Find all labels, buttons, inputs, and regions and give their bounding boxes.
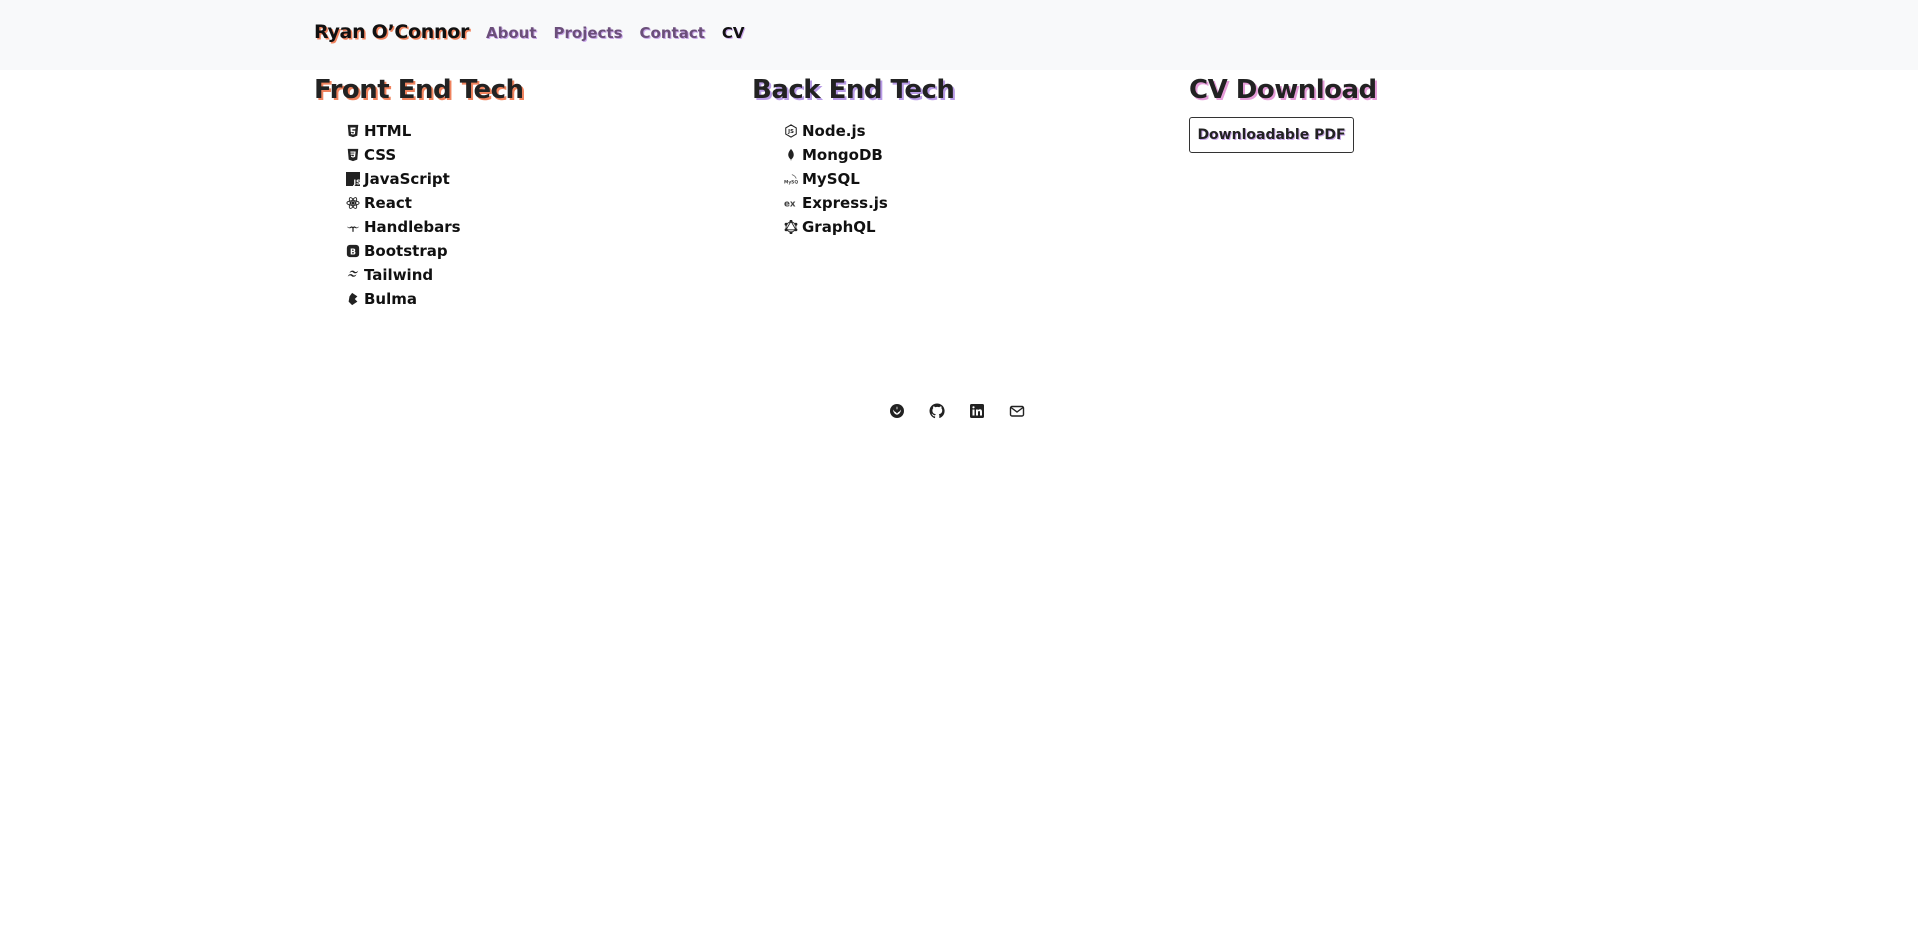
list-item: B Bootstrap (346, 239, 461, 263)
bulma-icon (346, 292, 360, 306)
list-item: JS JavaScript (346, 167, 461, 191)
list-item: JS Node.js (784, 119, 888, 143)
handlebars-icon (346, 220, 360, 234)
tech-label: Bulma (364, 290, 418, 308)
nav-link-about[interactable]: About (486, 24, 537, 42)
tech-label: Node.js (802, 122, 866, 140)
back-end-list: JS Node.js MongoDB MySQL MySQL ex Expres… (784, 119, 888, 239)
list-item: GraphQL (784, 215, 888, 239)
tech-label: MySQL (802, 170, 860, 188)
css3-icon (346, 148, 360, 162)
list-item: MongoDB (784, 143, 888, 167)
graphql-icon (784, 220, 798, 234)
tech-label: HTML (364, 122, 412, 140)
cv-title: CV Download (1189, 75, 1377, 105)
list-item: Handlebars (346, 215, 461, 239)
tech-label: MongoDB (802, 146, 883, 164)
rebel-icon[interactable] (888, 402, 906, 420)
svg-text:MySQL: MySQL (784, 179, 798, 185)
bootstrap-icon: B (346, 244, 360, 258)
list-item: Tailwind (346, 263, 461, 287)
react-icon (346, 196, 360, 210)
svg-text:B: B (350, 248, 356, 257)
tech-label: React (364, 194, 412, 212)
back-end-section: Back End Tech JS Node.js MongoDB MySQL M… (752, 75, 955, 236)
list-item: Bulma (346, 287, 461, 311)
cv-section: CV Download Downloadable PDF (1189, 75, 1377, 153)
tailwind-icon (346, 268, 360, 282)
list-item: ex Express.js (784, 191, 888, 215)
front-end-title: Front End Tech (314, 75, 524, 105)
footer-social (888, 402, 1026, 420)
svg-text:JS: JS (352, 178, 360, 186)
list-item: HTML (346, 119, 461, 143)
tech-label: Tailwind (364, 266, 434, 284)
back-end-title: Back End Tech (752, 75, 955, 105)
svg-text:JS: JS (787, 129, 794, 135)
nav-links: About Projects Contact CV (486, 24, 745, 42)
linkedin-icon[interactable] (968, 402, 986, 420)
email-icon[interactable] (1008, 402, 1026, 420)
front-end-section: Front End Tech HTML CSS JS JavaScript Re… (314, 75, 524, 308)
tech-label: JavaScript (364, 170, 450, 188)
nav-link-contact[interactable]: Contact (640, 24, 705, 42)
nodejs-icon: JS (784, 124, 798, 138)
navbar: Ryan O’Connor About Projects Contact CV (0, 0, 1918, 70)
front-end-list: HTML CSS JS JavaScript React Handlebars (346, 119, 461, 311)
tech-label: Express.js (802, 194, 888, 212)
tech-label: GraphQL (802, 218, 876, 236)
list-item: CSS (346, 143, 461, 167)
download-pdf-button[interactable]: Downloadable PDF (1189, 117, 1354, 153)
list-item: MySQL MySQL (784, 167, 888, 191)
express-icon: ex (784, 196, 798, 210)
tech-label: Bootstrap (364, 242, 448, 260)
javascript-icon: JS (346, 172, 360, 186)
mysql-icon: MySQL (784, 172, 798, 186)
github-icon[interactable] (928, 402, 946, 420)
list-item: React (346, 191, 461, 215)
svg-text:ex: ex (784, 200, 796, 210)
tech-label: Handlebars (364, 218, 461, 236)
tech-label: CSS (364, 146, 397, 164)
nav-link-projects[interactable]: Projects (554, 24, 623, 42)
nav-link-cv[interactable]: CV (722, 24, 745, 42)
mongodb-icon (784, 148, 798, 162)
html5-icon (346, 124, 360, 138)
brand-link[interactable]: Ryan O’Connor (314, 21, 469, 43)
